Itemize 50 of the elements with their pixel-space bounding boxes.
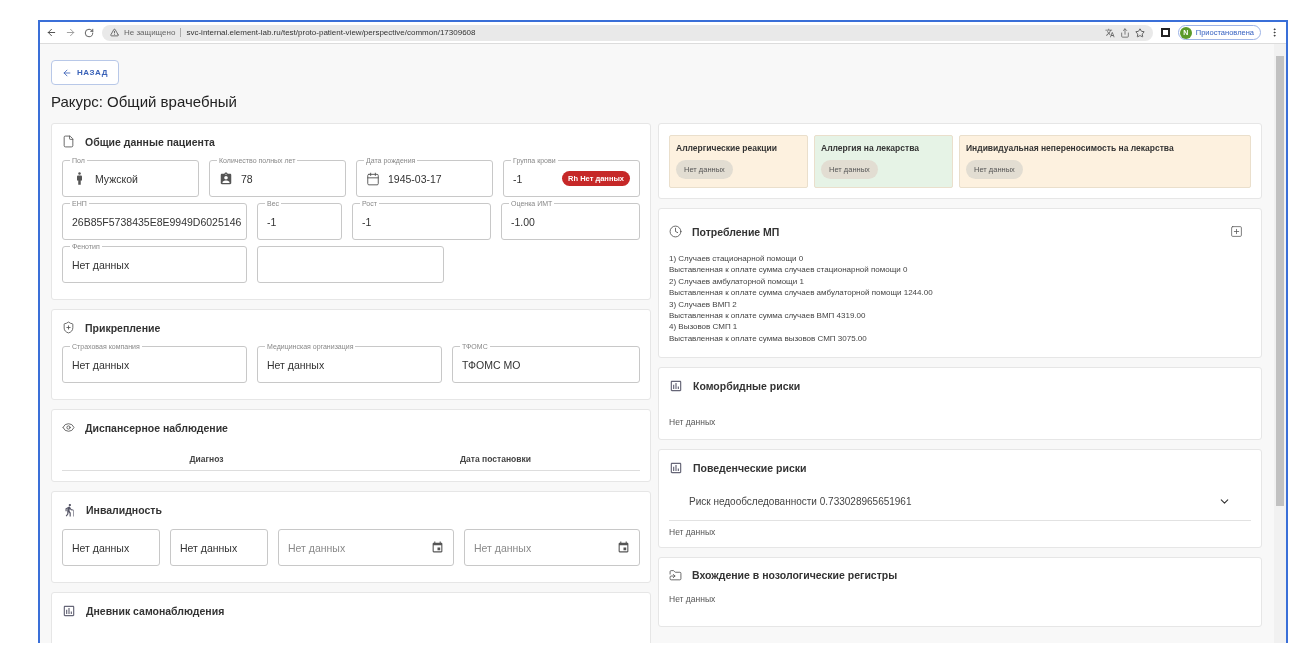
stat-line: 2) Случаев амбулаторной помощи 1 xyxy=(669,276,805,286)
card-title: Прикрепление xyxy=(85,321,162,334)
stat-line: Выставленная к оплате сумма случаев ВМП 4319.00 xyxy=(669,310,867,320)
page-title: Ракурс: Общий врачебный xyxy=(51,93,238,110)
allergy-title: Аллергия на лекарства xyxy=(821,143,919,153)
card-title: Поведенческие риски xyxy=(693,461,808,474)
card-title: Инвалидность xyxy=(86,504,163,516)
card-title: Коморбидные риски xyxy=(693,379,802,392)
date-input[interactable]: Нет данных xyxy=(288,541,423,554)
stat-line: Выставленная к оплате сумма случаев амбулаторной помощи 1244.00 xyxy=(669,288,934,298)
text-field[interactable]: Нет данных xyxy=(62,529,160,566)
field-value: Мужской xyxy=(95,172,139,185)
date-input[interactable]: Нет данных xyxy=(474,541,609,554)
card-title: Общие данные пациента xyxy=(85,135,216,148)
field-value: 78 xyxy=(241,172,254,185)
text-field[interactable]: Нет данных xyxy=(464,529,640,566)
stat-line: 4) Вызовов СМП 1 xyxy=(669,322,739,332)
text-field[interactable]: Нет данных xyxy=(170,529,268,566)
text-field[interactable]: Нет данных xyxy=(278,529,454,566)
field-value: -1 xyxy=(362,215,373,228)
no-data-text: Нет данных xyxy=(669,593,717,604)
back-button[interactable]: НАЗАД xyxy=(51,60,119,85)
stat-line: Выставленная к оплате сумма случаев стационарной помощи 0 xyxy=(669,265,909,275)
card-title: Потребление МП xyxy=(692,225,781,238)
card-title: Вхождение в нозологические регистры xyxy=(692,569,899,582)
no-data-text: Нет данных xyxy=(669,416,717,427)
address-bar[interactable]: Не защищено svc-internal.element-lab.ru/test/proto-patient-view/perspective/common/17309608 xyxy=(102,24,1153,41)
stat-line: 1) Случаев стационарной помощи 0 xyxy=(669,254,805,263)
field-value: Нет данных xyxy=(180,541,239,554)
field-value: -1.00 xyxy=(511,215,536,228)
stat-line: 3) Случаев ВМП 2 xyxy=(669,299,738,309)
column-header: Дата постановки xyxy=(459,454,532,464)
security-label: Не защищено xyxy=(124,28,182,37)
allergy-title: Аллергические реакции xyxy=(676,143,777,153)
field-value: -1 xyxy=(513,172,524,185)
no-data-text: Нет данных xyxy=(669,526,717,537)
field-value: Нет данных xyxy=(267,358,326,371)
field-value: Нет данных xyxy=(72,258,131,271)
column-header: Диагноз xyxy=(188,454,225,464)
field-value: Нет данных xyxy=(72,358,131,371)
allergy-title: Индивидуальная непереносимость на лекарства xyxy=(966,143,1174,153)
url-text: svc-internal.element-lab.ru/test/proto-patient-view/perspective/common/17309608 xyxy=(186,28,476,37)
field-value: ТФОМС МО xyxy=(462,358,522,371)
field-value: -1 xyxy=(267,215,278,228)
card-title: Дневник самонаблюдения xyxy=(86,605,226,617)
stat-line: Выставленная к оплате сумма вызовов СМП 3075.00 xyxy=(669,333,868,343)
field-value: 1945-03-17 xyxy=(388,172,443,185)
field-value: 26B85F5738435E8E9949D6025146 xyxy=(72,215,242,228)
field-value: Нет данных xyxy=(72,541,131,554)
card-title: Диспансерное наблюдение xyxy=(85,421,229,434)
